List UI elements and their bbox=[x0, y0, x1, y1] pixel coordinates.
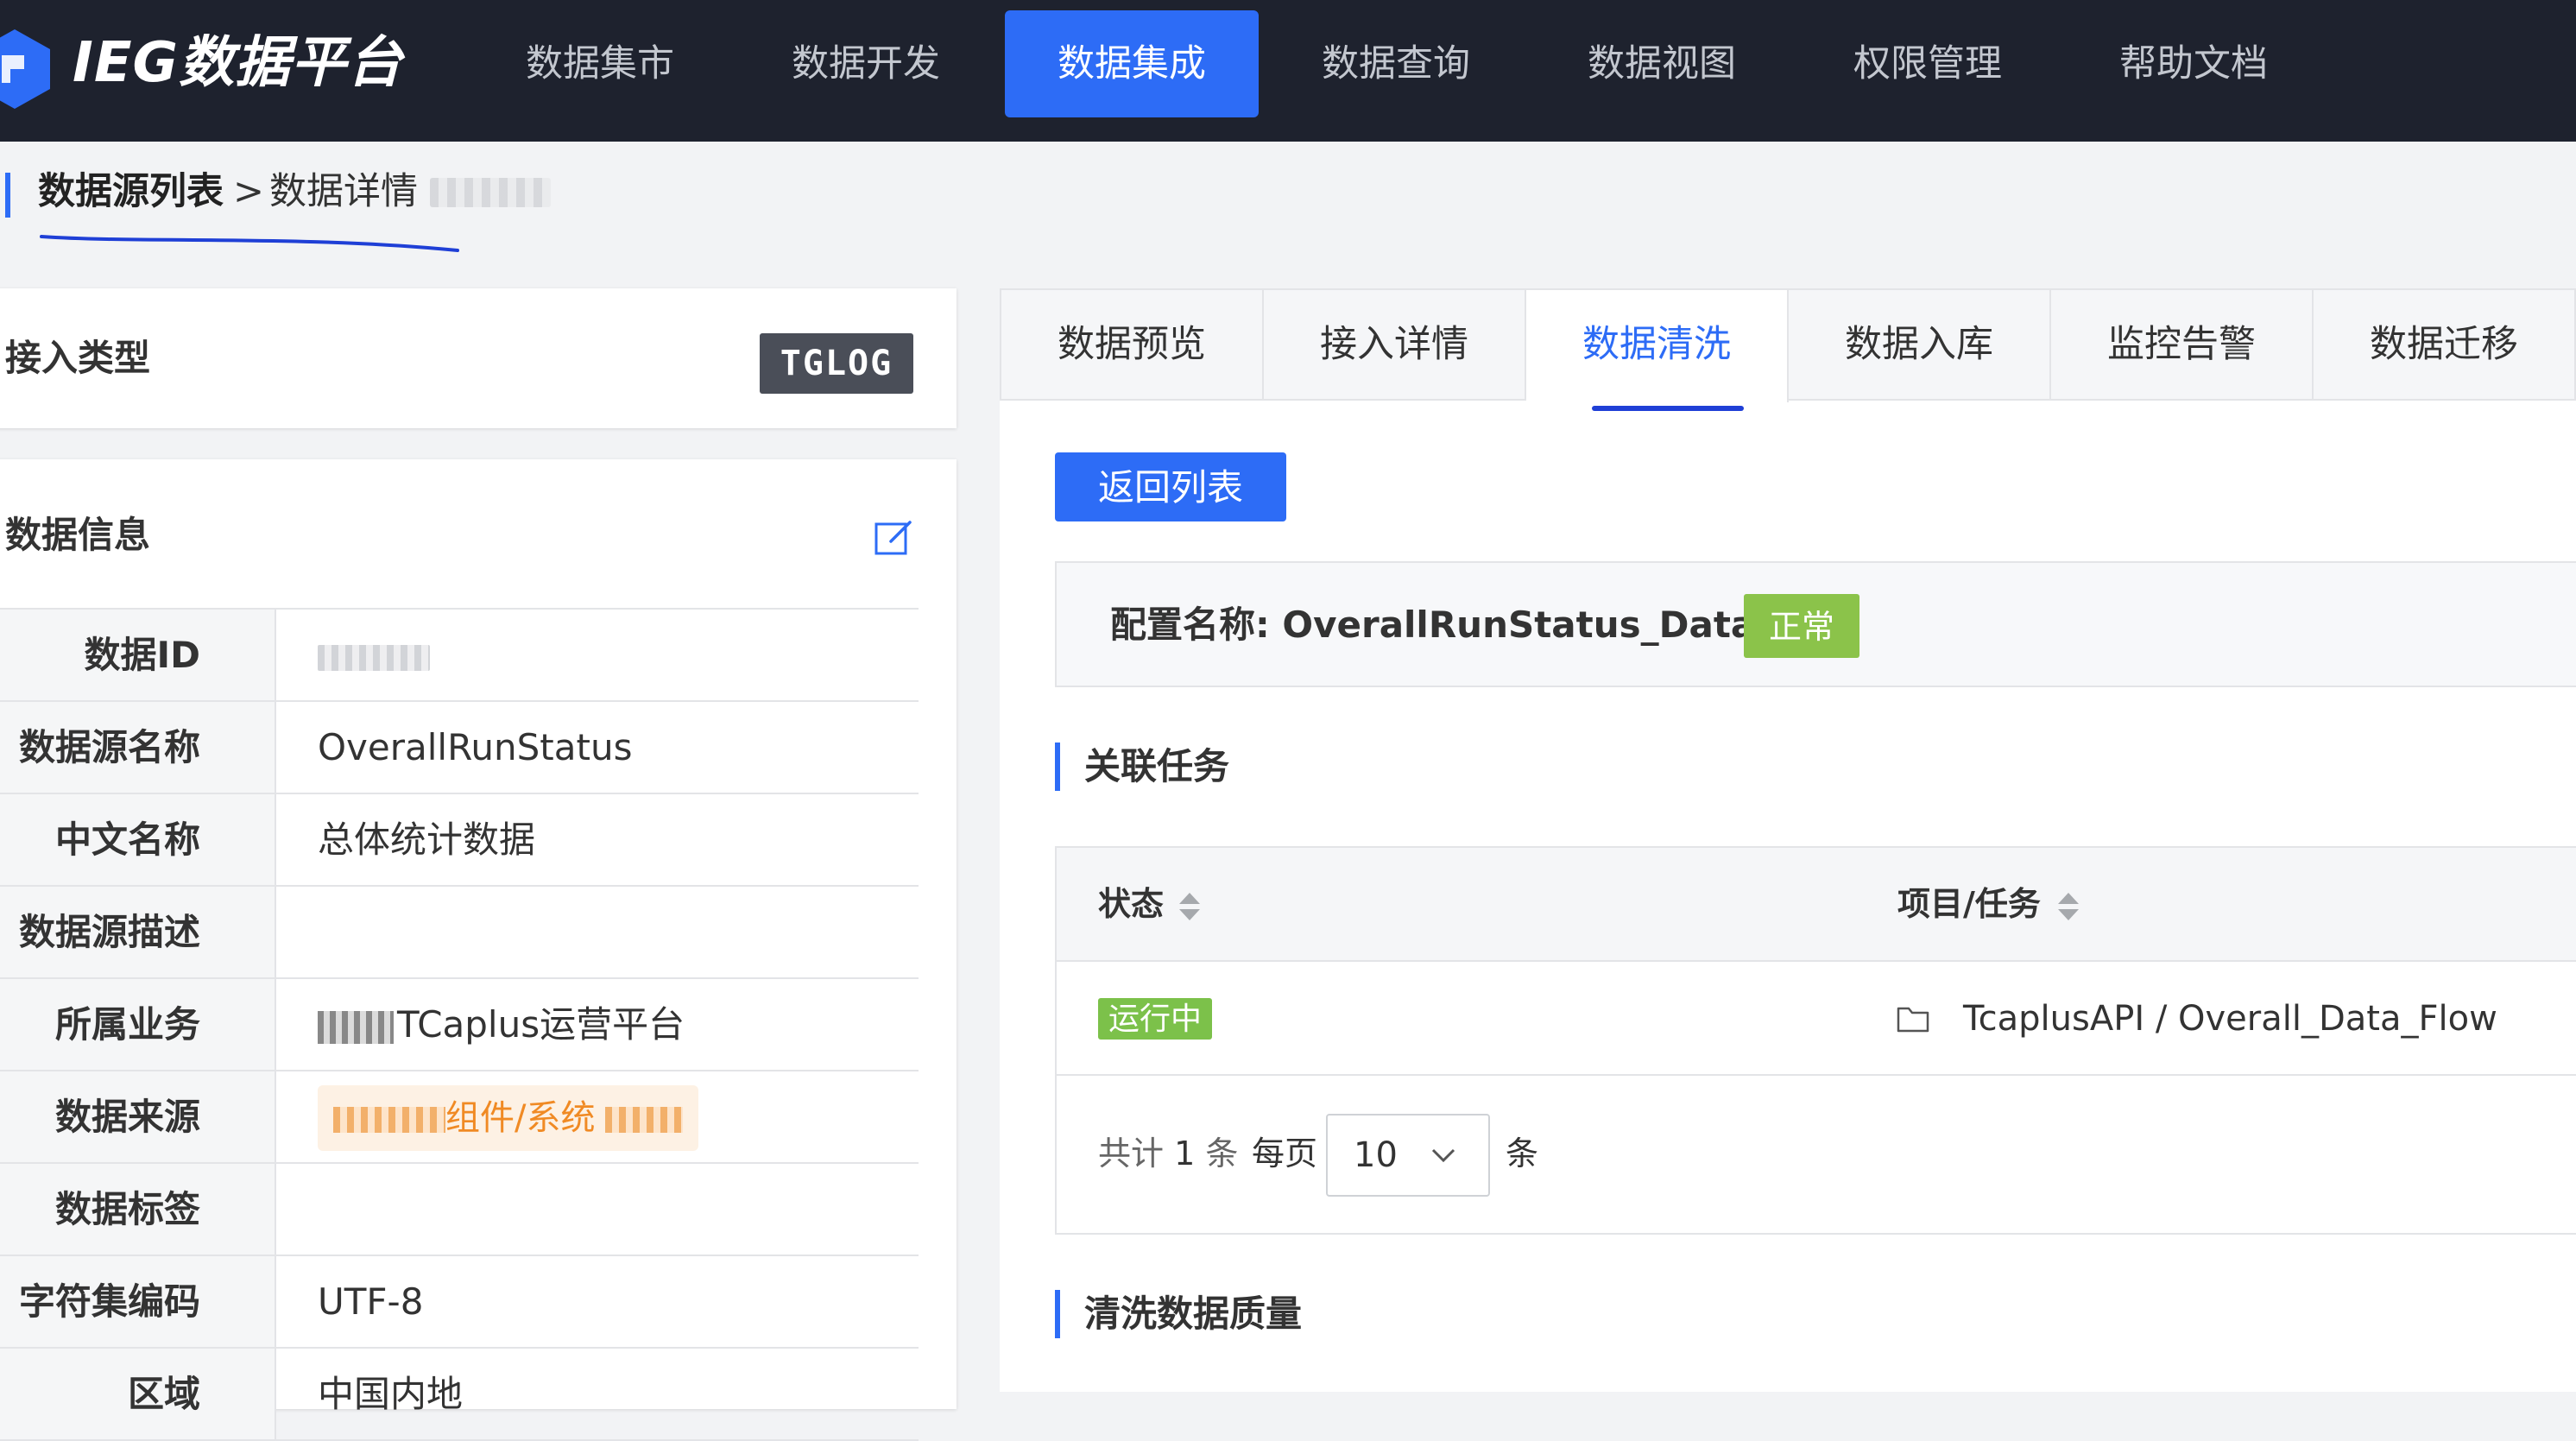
page-size-select[interactable]: 10 bbox=[1326, 1114, 1490, 1197]
tab-data-cleaning[interactable]: 数据清洗 bbox=[1526, 290, 1789, 402]
info-value-data-origin: 组件/系统 bbox=[318, 1071, 699, 1162]
related-tasks-title: 关联任务 bbox=[1084, 745, 1230, 787]
related-tasks-table: 状态 项目/任务 运行中 TcaplusAPI / Overall_Data_F… bbox=[1055, 846, 2576, 1235]
info-key: 数据源名称 bbox=[0, 702, 276, 793]
info-key: 数据源描述 bbox=[0, 887, 276, 977]
sort-icon[interactable] bbox=[2056, 891, 2080, 922]
tab-data-migration[interactable]: 数据迁移 bbox=[2314, 290, 2576, 399]
config-name: 配置名称: OverallRunStatus_Data bbox=[1110, 604, 1756, 646]
task-status-badge: 运行中 bbox=[1098, 998, 1213, 1040]
info-key: 区域 bbox=[0, 1349, 276, 1439]
nav-data-view[interactable]: 数据视图 bbox=[1571, 10, 1752, 117]
annotation-underline bbox=[40, 235, 459, 252]
breadcrumb-separator: > bbox=[233, 170, 265, 213]
detail-tabs: 数据预览 接入详情 数据清洗 数据入库 监控告警 数据迁移 bbox=[1000, 288, 2576, 402]
tab-access-details[interactable]: 接入详情 bbox=[1264, 290, 1526, 399]
breadcrumb-accent bbox=[5, 173, 10, 218]
access-type-badge: TGLOG bbox=[760, 333, 913, 394]
data-info-card: 数据信息 数据ID 数据源名称 OverallRunStatus 中文名称 总体… bbox=[0, 459, 957, 1441]
active-tab-underline bbox=[1592, 406, 1744, 411]
column-status[interactable]: 状态 bbox=[1098, 881, 1164, 927]
info-key: 数据ID bbox=[0, 610, 276, 700]
access-type-label: 接入类型 bbox=[5, 337, 151, 379]
logo-icon bbox=[0, 29, 50, 109]
info-value-source-name: OverallRunStatus bbox=[318, 726, 633, 768]
data-origin-tag: 组件/系统 bbox=[318, 1085, 699, 1151]
page-size-value: 10 bbox=[1354, 1135, 1398, 1175]
info-row-description: 数据源描述 bbox=[0, 887, 919, 979]
chevron-down-icon bbox=[1431, 1148, 1455, 1163]
column-project-task[interactable]: 项目/任务 bbox=[1897, 881, 2041, 927]
info-key: 字符集编码 bbox=[0, 1256, 276, 1347]
info-value-data-id bbox=[318, 610, 430, 700]
business-name: TCaplus运营平台 bbox=[397, 1003, 685, 1046]
config-summary: 配置名称: OverallRunStatus_Data 正常 bbox=[1055, 561, 2576, 687]
data-info-table: 数据ID 数据源名称 OverallRunStatus 中文名称 总体统计数据 … bbox=[0, 608, 919, 1441]
nav-data-query[interactable]: 数据查询 bbox=[1305, 10, 1487, 117]
tab-data-storage[interactable]: 数据入库 bbox=[1789, 290, 2051, 399]
info-value-charset: UTF-8 bbox=[318, 1280, 424, 1323]
info-row-charset: 字符集编码 UTF-8 bbox=[0, 1256, 919, 1349]
section-accent bbox=[1055, 1290, 1060, 1338]
edit-icon[interactable] bbox=[874, 518, 913, 558]
info-row-region: 区域 中国内地 bbox=[0, 1349, 919, 1441]
info-value-chinese-name: 总体统计数据 bbox=[318, 818, 536, 861]
redacted-prefix bbox=[318, 1010, 394, 1044]
info-key: 数据标签 bbox=[0, 1164, 276, 1255]
nav-permission-management[interactable]: 权限管理 bbox=[1837, 10, 2018, 117]
data-info-title: 数据信息 bbox=[5, 514, 151, 556]
info-row-data-origin: 数据来源 组件/系统 bbox=[0, 1071, 919, 1164]
nav-help-docs[interactable]: 帮助文档 bbox=[2103, 10, 2284, 117]
info-row-tags: 数据标签 bbox=[0, 1164, 919, 1256]
table-header: 状态 项目/任务 bbox=[1057, 848, 2576, 962]
cleaning-quality-title: 清洗数据质量 bbox=[1084, 1292, 1303, 1335]
access-type-card: 接入类型 TGLOG bbox=[0, 288, 957, 428]
nav-data-integration[interactable]: 数据集成 bbox=[1005, 10, 1259, 117]
redacted-id bbox=[430, 178, 551, 207]
info-value-region: 中国内地 bbox=[318, 1373, 464, 1415]
tab-data-preview[interactable]: 数据预览 bbox=[1001, 290, 1264, 399]
redacted-suffix bbox=[605, 1107, 684, 1133]
folder-icon bbox=[1897, 1007, 1929, 1033]
breadcrumb-datasource-list[interactable]: 数据源列表 bbox=[38, 166, 224, 218]
top-navigation-bar: IEG数据平台 数据集市 数据开发 数据集成 数据查询 数据视图 权限管理 帮助… bbox=[0, 0, 2576, 142]
info-value-business: TCaplus运营平台 bbox=[318, 979, 685, 1070]
nav-data-market[interactable]: 数据集市 bbox=[509, 10, 691, 117]
task-path-link[interactable]: TcaplusAPI / Overall_Data_Flow bbox=[1963, 991, 2497, 1046]
info-row-source-name: 数据源名称 OverallRunStatus bbox=[0, 702, 919, 794]
info-row-data-id: 数据ID bbox=[0, 610, 919, 702]
app-logo-text[interactable]: IEG数据平台 bbox=[73, 24, 403, 102]
breadcrumb: 数据源列表 > 数据详情 bbox=[0, 142, 2576, 252]
config-status-badge: 正常 bbox=[1744, 594, 1859, 658]
info-key: 数据来源 bbox=[0, 1071, 276, 1162]
sort-icon[interactable] bbox=[1178, 891, 1202, 922]
back-to-list-button[interactable]: 返回列表 bbox=[1055, 452, 1286, 521]
section-accent bbox=[1055, 743, 1060, 791]
nav-data-development[interactable]: 数据开发 bbox=[775, 10, 957, 117]
pagination: 共计 1 条 每页 10 条 bbox=[1057, 1076, 2576, 1235]
table-row: 运行中 TcaplusAPI / Overall_Data_Flow bbox=[1057, 962, 2576, 1076]
info-row-chinese-name: 中文名称 总体统计数据 bbox=[0, 794, 919, 887]
data-origin-text: 组件/系统 bbox=[445, 1098, 596, 1138]
info-key: 中文名称 bbox=[0, 794, 276, 885]
breadcrumb-current: 数据详情 bbox=[269, 170, 418, 213]
total-count: 共计 1 条 bbox=[1098, 1134, 1239, 1172]
redacted-prefix bbox=[333, 1107, 445, 1133]
info-key: 所属业务 bbox=[0, 979, 276, 1070]
tab-monitoring-alerts[interactable]: 监控告警 bbox=[2051, 290, 2314, 399]
per-page-label: 每页 bbox=[1252, 1134, 1318, 1172]
redacted-value bbox=[318, 644, 430, 671]
info-row-business: 所属业务 TCaplus运营平台 bbox=[0, 979, 919, 1071]
per-page-suffix: 条 bbox=[1506, 1134, 1539, 1172]
